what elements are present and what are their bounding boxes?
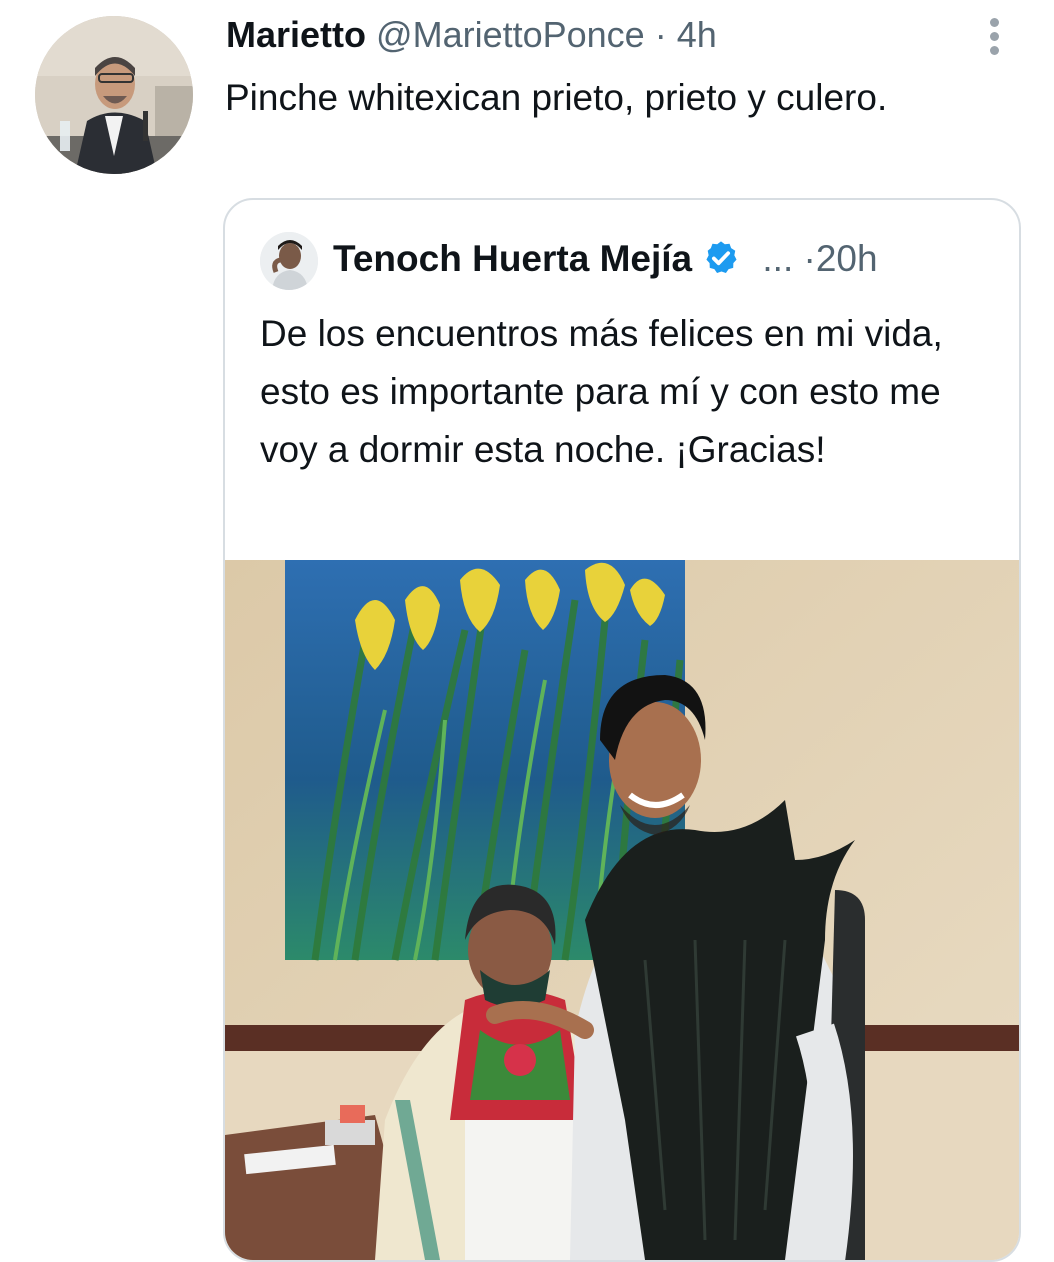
separator-dot: ·: [803, 238, 816, 279]
photo-illustration: [225, 560, 1019, 1260]
tweet-header: Marietto @MariettoPonce · 4h: [226, 14, 717, 56]
quoted-tweet-header: Tenoch Huerta Mejía ... ·20h: [333, 236, 878, 282]
author-photo: [35, 16, 193, 174]
more-vertical-icon[interactable]: [982, 14, 1008, 58]
quoted-author-name[interactable]: Tenoch Huerta Mejía: [333, 238, 692, 279]
tweet-time[interactable]: 4h: [677, 14, 717, 55]
quoted-author-avatar: [260, 232, 318, 290]
separator-dot: ·: [654, 14, 667, 55]
author-handle[interactable]: @MariettoPonce: [376, 14, 645, 55]
author-name[interactable]: Marietto: [226, 14, 366, 55]
tweet-text: Pinche whitexican prieto, prieto y culer…: [225, 77, 888, 118]
quoted-tweet-card[interactable]: Tenoch Huerta Mejía ... ·20h De los encu…: [223, 198, 1021, 1262]
quoted-tweet-text: De los encuentros más felices en mi vida…: [260, 313, 943, 470]
quoted-tweet-photo[interactable]: [225, 560, 1019, 1260]
verified-badge-icon: [706, 241, 737, 274]
quoted-tweet-time: 20h: [815, 238, 878, 279]
author-avatar[interactable]: [35, 16, 193, 174]
name-ellipsis: ...: [762, 238, 794, 279]
quoted-author-photo: [260, 232, 318, 290]
